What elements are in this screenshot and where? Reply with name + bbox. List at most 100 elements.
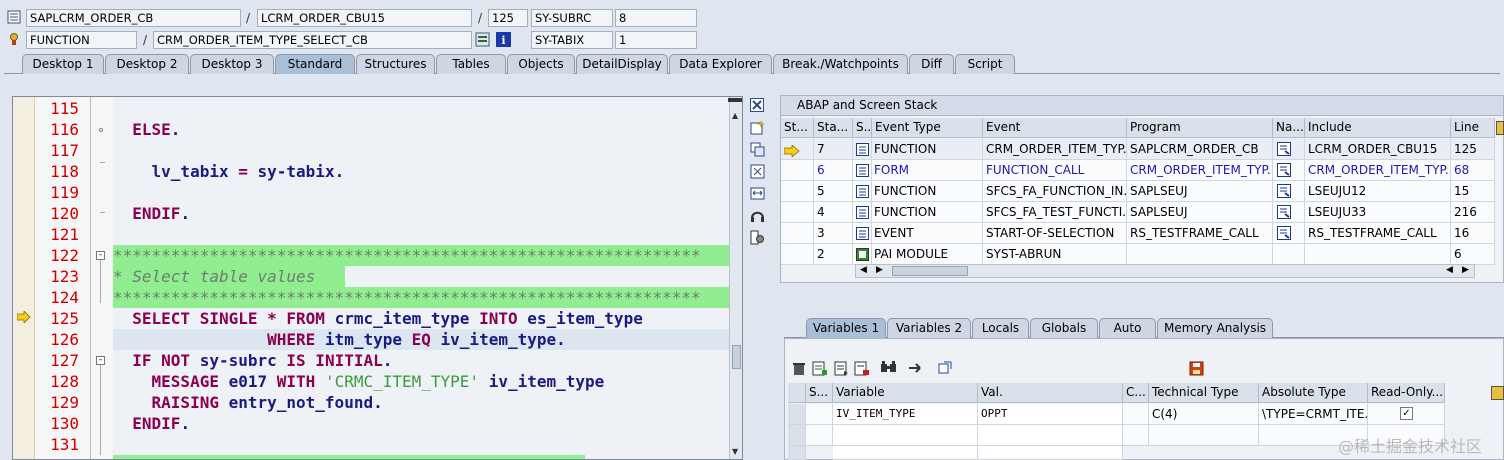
tab-memory-analysis[interactable]: Memory Analysis <box>1157 318 1273 338</box>
stack-event-cell[interactable]: CRM_ORDER_ITEM_TYP... <box>983 139 1127 160</box>
delete-row-icon[interactable] <box>854 361 870 377</box>
filter-icon[interactable] <box>938 361 954 377</box>
scroll-right-icon[interactable]: ▶ <box>1462 265 1469 275</box>
tab-diff[interactable]: Diff <box>909 54 954 74</box>
tab-locals[interactable]: Locals <box>972 318 1029 338</box>
stack-line-cell[interactable]: 125 <box>1451 139 1495 160</box>
fullscreen-icon[interactable] <box>750 186 766 202</box>
stack-line-cell[interactable]: 6 <box>1451 244 1495 265</box>
code-line[interactable]: ****************************************… <box>113 287 729 308</box>
stack-event-cell[interactable]: SFCS_FA_TEST_FUNCTI... <box>983 202 1127 223</box>
stack-event-type-cell[interactable]: EVENT <box>872 223 983 244</box>
delete-icon[interactable] <box>792 361 808 377</box>
code-line[interactable] <box>113 224 729 245</box>
stack-program-cell[interactable]: SAPLSEUJ <box>1127 202 1273 223</box>
tab-auto[interactable]: Auto <box>1099 318 1156 338</box>
var-col-header[interactable]: Absolute Type <box>1259 383 1368 403</box>
tab-breakpoints[interactable]: Break./Watchpoints <box>773 54 908 74</box>
stack-line-cell[interactable]: 16 <box>1451 223 1495 244</box>
code-line[interactable]: MESSAGE e017 WITH 'CRMC_ITEM_TYPE' iv_it… <box>113 371 729 392</box>
stack-col-header[interactable]: St... <box>781 118 814 138</box>
sysvar-value-1[interactable]: 8 <box>615 9 697 27</box>
sysvar-name-1[interactable]: SY-SUBRC <box>531 9 613 27</box>
stack-line-cell[interactable]: 216 <box>1451 202 1495 223</box>
stack-status-cell[interactable] <box>781 139 814 160</box>
function-name-field[interactable]: CRM_ORDER_ITEM_TYPE_SELECT_CB <box>153 31 472 49</box>
close-icon[interactable] <box>750 98 766 114</box>
var-col-header[interactable]: Technical Type <box>1149 383 1259 403</box>
stack-horizontal-scrollbar[interactable]: ◀ ▶ ◀ ▶ <box>855 264 1475 278</box>
stack-col-header[interactable]: Na... <box>1273 118 1305 138</box>
stack-event-cell[interactable]: FUNCTION_CALL <box>983 160 1127 181</box>
stack-status-cell[interactable] <box>781 223 814 244</box>
stack-program-cell[interactable]: RS_TESTFRAME_CALL <box>1127 223 1273 244</box>
stack-nav-cell[interactable] <box>1273 139 1305 160</box>
stack-program-cell[interactable]: CRM_ORDER_ITEM_TYP... <box>1127 160 1273 181</box>
stack-event-type-cell[interactable]: PAI MODULE <box>872 244 983 265</box>
stack-event-type-cell[interactable]: FORM <box>872 160 983 181</box>
stack-include-cell[interactable]: RS_TESTFRAME_CALL <box>1305 223 1451 244</box>
tab-objects[interactable]: Objects <box>507 54 575 74</box>
stack-level-cell[interactable]: 2 <box>814 244 853 265</box>
var-row-selector[interactable] <box>788 425 806 446</box>
navigate-icon[interactable] <box>1277 142 1291 156</box>
display-source-icon[interactable] <box>475 32 491 48</box>
var-col-header[interactable]: C... <box>1123 383 1149 403</box>
tab-variables-1[interactable]: Variables 1 <box>806 318 886 338</box>
insert-row-icon[interactable] <box>812 361 828 377</box>
source-code-editor[interactable]: - - 115 116 117 118 119 120 121 122 123 … <box>12 96 743 460</box>
stack-icon-cell[interactable] <box>853 244 872 265</box>
append-row-icon[interactable] <box>834 361 850 377</box>
stack-status-cell[interactable] <box>781 160 814 181</box>
stack-col-header[interactable]: Event Type <box>872 118 983 138</box>
stack-status-cell[interactable] <box>781 181 814 202</box>
find-icon[interactable] <box>880 361 896 377</box>
stack-include-cell[interactable]: LCRM_ORDER_CBU15 <box>1305 139 1451 160</box>
save-icon[interactable] <box>1189 361 1205 377</box>
stack-program-cell[interactable]: SAPLCRM_ORDER_CB <box>1127 139 1273 160</box>
code-line[interactable] <box>113 98 729 119</box>
stack-include-cell[interactable]: CRM_ORDER_ITEM_TYP... <box>1305 160 1451 181</box>
code-line[interactable]: ENDIF. <box>113 203 729 224</box>
settings-icon[interactable] <box>750 230 766 246</box>
stack-nav-cell[interactable] <box>1273 244 1305 265</box>
stack-nav-cell[interactable] <box>1273 223 1305 244</box>
stack-event-type-cell[interactable]: FUNCTION <box>872 202 983 223</box>
scroll-down-icon[interactable]: ▼ <box>732 447 738 456</box>
tab-script[interactable]: Script <box>955 54 1015 74</box>
tab-structures[interactable]: Structures <box>356 54 435 74</box>
tab-data-explorer[interactable]: Data Explorer <box>669 54 772 74</box>
code-line[interactable]: IF NOT sy-subrc IS INITIAL. <box>113 350 729 371</box>
breakpoint-column[interactable] <box>13 97 35 459</box>
stack-col-header[interactable]: Program <box>1127 118 1273 138</box>
var-row-selector[interactable] <box>788 446 806 460</box>
code-line[interactable]: ENDIF. <box>113 413 729 434</box>
stack-level-cell[interactable]: 7 <box>814 139 853 160</box>
navigate-icon[interactable] <box>1277 184 1291 198</box>
navigate-icon[interactable] <box>1277 205 1291 219</box>
stack-level-cell[interactable]: 5 <box>814 181 853 202</box>
stack-nav-cell[interactable] <box>1273 181 1305 202</box>
tab-variables-2[interactable]: Variables 2 <box>887 318 971 338</box>
stack-level-cell[interactable]: 4 <box>814 202 853 223</box>
info-icon[interactable]: i <box>496 32 512 48</box>
stack-col-header[interactable]: Sta... <box>814 118 853 138</box>
new-tool-icon[interactable] <box>750 120 766 136</box>
var-absolute-type-cell[interactable]: \TYPE=CRMT_ITE... <box>1259 404 1368 425</box>
var-row-selector[interactable] <box>788 404 806 425</box>
stack-program-cell[interactable]: SAPLSEUJ <box>1127 181 1273 202</box>
var-value-cell[interactable] <box>978 446 1123 460</box>
stack-program-cell[interactable] <box>1127 244 1273 265</box>
stack-col-header[interactable]: Include <box>1305 118 1451 138</box>
column-settings-icon[interactable] <box>1496 121 1504 135</box>
stack-col-header[interactable]: Line <box>1451 118 1495 138</box>
stack-icon-cell[interactable] <box>853 202 872 223</box>
type-field[interactable]: FUNCTION <box>26 31 137 49</box>
stack-include-cell[interactable]: LSEUJU12 <box>1305 181 1451 202</box>
tab-desktop-2[interactable]: Desktop 2 <box>105 54 189 74</box>
code-line[interactable]: * Select table values <box>113 266 345 287</box>
scroll-right-icon[interactable]: ▶ <box>876 265 883 275</box>
var-name-cell[interactable]: IV_ITEM_TYPE <box>833 404 978 425</box>
stack-event-type-cell[interactable]: FUNCTION <box>872 181 983 202</box>
code-line[interactable]: SELECT SINGLE * FROM crmc_item_type INTO… <box>113 308 729 329</box>
